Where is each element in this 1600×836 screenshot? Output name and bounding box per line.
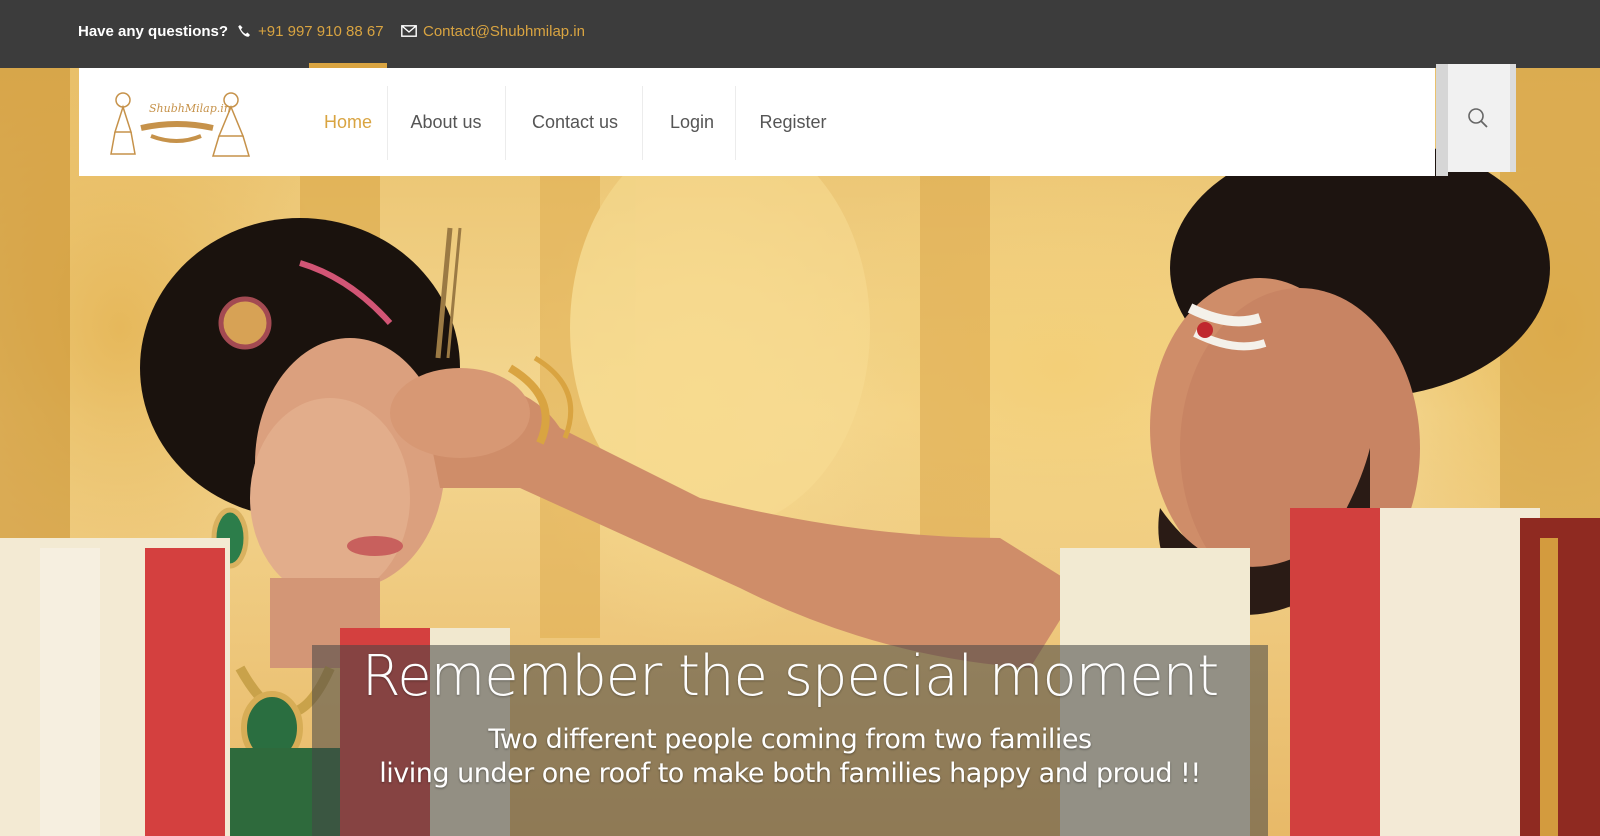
nav-about-us[interactable]: About us [397,68,495,176]
hero-subline-2: living under one roof to make both famil… [379,758,1201,789]
nav-divider [642,86,643,160]
search-button[interactable] [1436,64,1516,176]
nav-divider [387,86,388,160]
logo-text: ShubhMilap.in [149,102,231,115]
nav-login[interactable]: Login [652,68,732,176]
hero-caption: Remember the special moment Two differen… [312,645,1268,836]
nav-divider [505,86,506,160]
search-icon [1468,108,1488,128]
hero-subline-1: Two different people coming from two fam… [488,724,1092,755]
top-info-bar: Have any questions? +91 997 910 88 67 Co… [0,0,1600,68]
mail-icon [401,25,417,37]
logo-emblem: ShubhMilap.in [110,92,251,157]
questions-label: Have any questions? [78,23,229,40]
nav-contact-us[interactable]: Contact us [515,68,635,176]
nav-register[interactable]: Register [745,68,841,176]
hero-headline: Remember the special moment [361,644,1219,709]
phone-link[interactable]: +91 997 910 88 67 [258,23,384,40]
nav-home[interactable]: Home [309,63,387,176]
nav-divider [735,86,736,160]
main-navbar: ShubhMilap.in Home About us Contact us L… [79,63,1435,176]
email-link[interactable]: Contact@Shubhmilap.in [423,23,585,40]
site-logo[interactable]: ShubhMilap.in [101,84,253,162]
search-tab-fold [1436,64,1448,176]
phone-icon [238,25,250,37]
